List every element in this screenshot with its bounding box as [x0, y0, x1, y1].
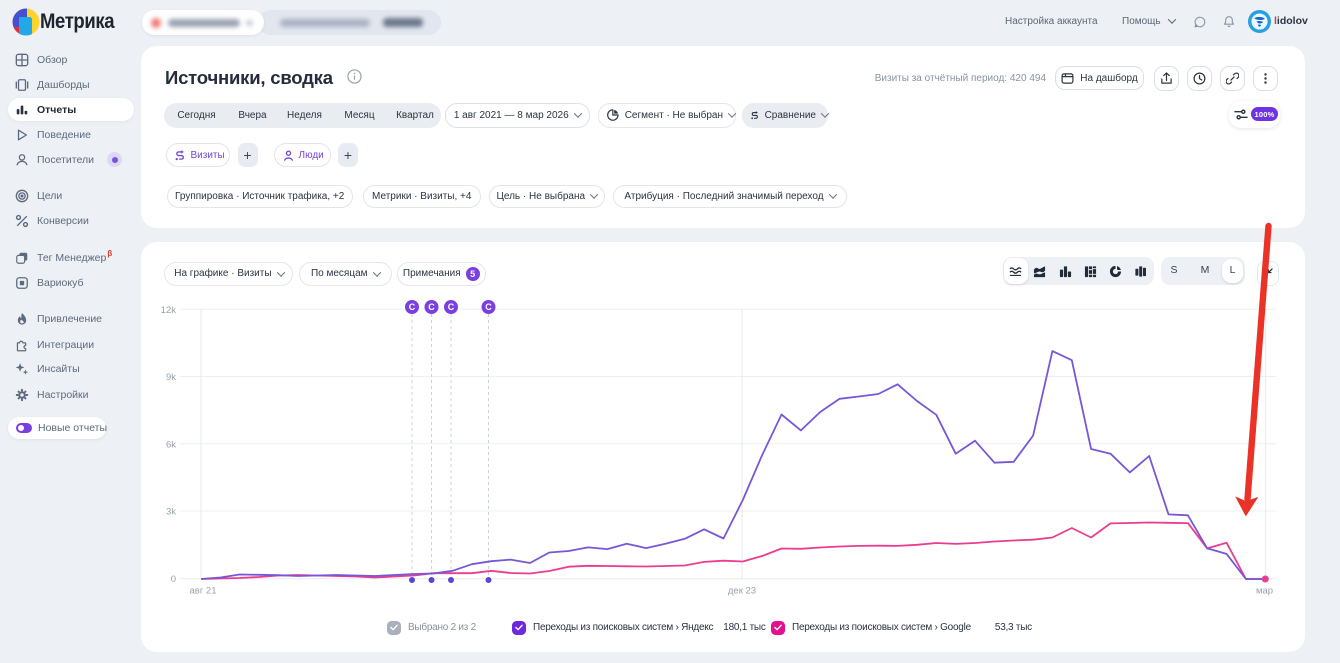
svg-text:C: C — [409, 302, 416, 312]
svg-text:9k: 9k — [166, 372, 176, 383]
svg-text:C: C — [448, 302, 455, 312]
svg-text:мар: мар — [1256, 586, 1273, 597]
svg-text:дек 23: дек 23 — [728, 586, 756, 597]
svg-text:авг 21: авг 21 — [189, 586, 216, 597]
svg-text:3k: 3k — [166, 507, 176, 518]
svg-text:6k: 6k — [166, 439, 176, 450]
svg-text:C: C — [428, 302, 435, 312]
svg-text:C: C — [485, 302, 492, 312]
svg-text:12k: 12k — [161, 305, 177, 316]
svg-text:0: 0 — [171, 574, 176, 585]
